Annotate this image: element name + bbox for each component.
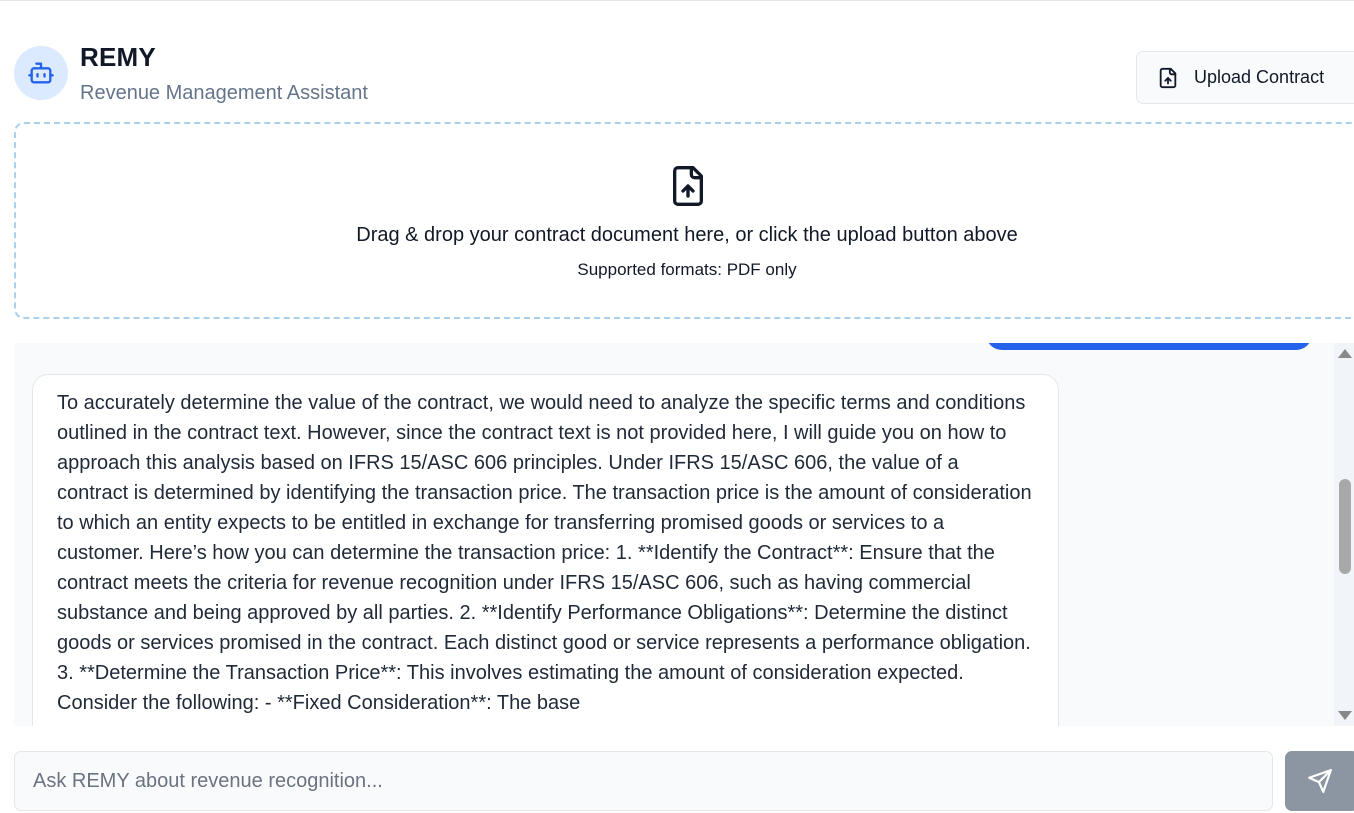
- dropzone-formats: Supported formats: PDF only: [577, 260, 797, 279]
- dropzone-instruction: Drag & drop your contract document here,…: [356, 224, 1018, 246]
- send-button[interactable]: [1285, 751, 1354, 811]
- scroll-down-arrow-icon[interactable]: [1338, 711, 1352, 720]
- app-subtitle: Revenue Management Assistant: [80, 82, 368, 104]
- user-message-bubble: [986, 343, 1312, 350]
- file-upload-icon: [1159, 67, 1177, 88]
- scroll-up-arrow-icon[interactable]: [1338, 349, 1352, 358]
- contract-dropzone[interactable]: Drag & drop your contract document here,…: [14, 122, 1354, 319]
- file-upload-icon: [673, 166, 703, 206]
- bot-icon: [28, 62, 54, 84]
- chat-messages[interactable]: To accurately determine the value of the…: [14, 343, 1354, 726]
- app-title: REMY: [80, 42, 156, 72]
- upload-contract-button[interactable]: Upload Contract: [1136, 51, 1354, 104]
- assistant-message-text: To accurately determine the value of the…: [57, 392, 1032, 714]
- upload-contract-label: Upload Contract: [1194, 67, 1325, 87]
- send-icon: [1308, 769, 1332, 793]
- assistant-message-bubble: To accurately determine the value of the…: [32, 374, 1059, 726]
- chat-scrollbar-thumb[interactable]: [1339, 479, 1351, 574]
- assistant-avatar: [14, 46, 68, 100]
- chat-input[interactable]: [14, 751, 1273, 811]
- top-divider: [0, 0, 1354, 1]
